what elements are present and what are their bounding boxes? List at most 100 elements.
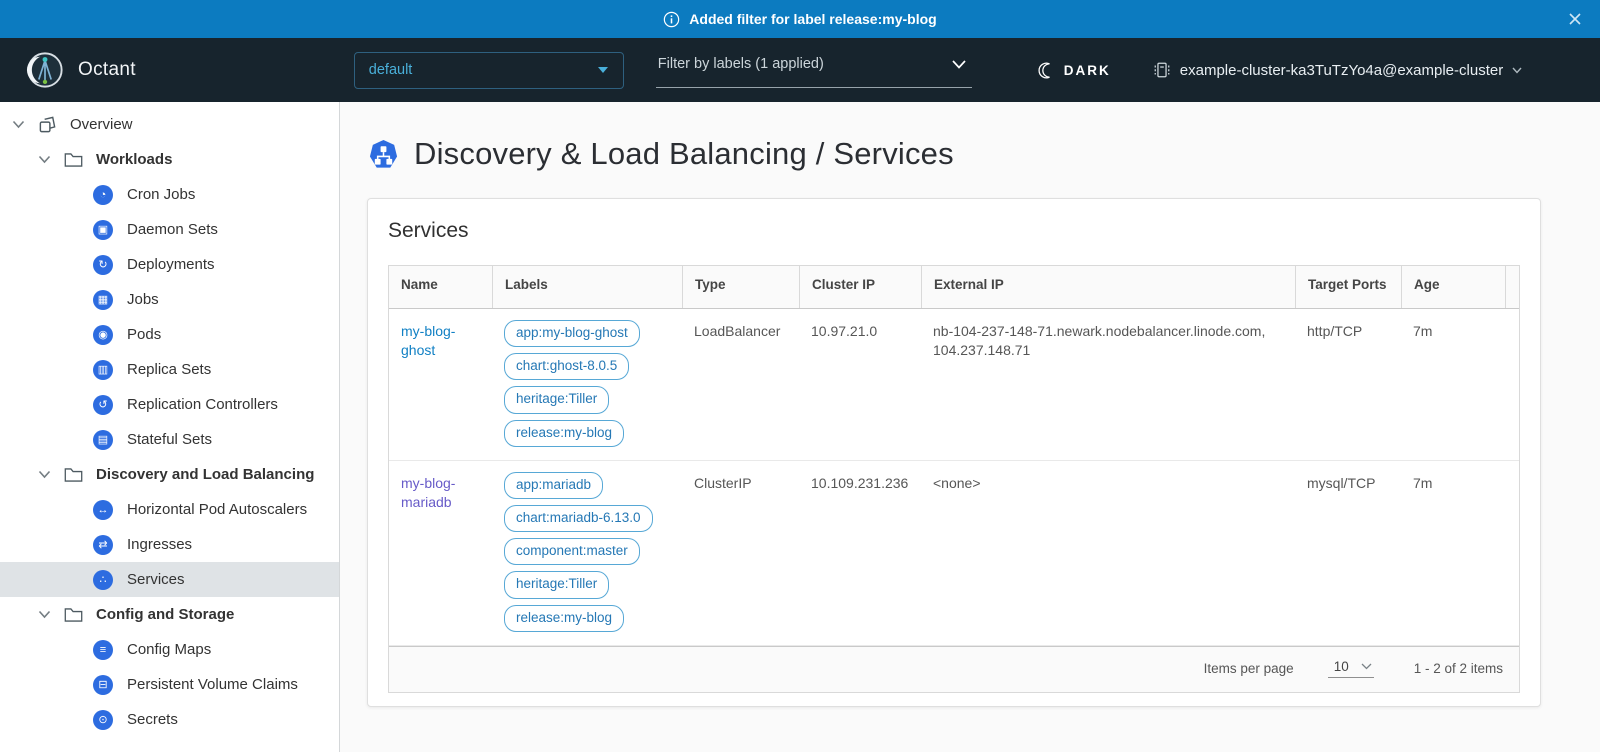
app-title: Octant [78,59,136,81]
column-header-spacer [1505,266,1530,308]
sidebar-item-ingresses[interactable]: ⇄ Ingresses [0,527,339,562]
external-ip: <none> [921,461,1295,645]
column-header-target-ports[interactable]: Target Ports [1295,266,1401,308]
close-icon[interactable] [1566,10,1584,31]
sidebar-item-pods[interactable]: ◉ Pods [0,317,339,352]
deployments-icon: ↻ [93,255,113,275]
sidebar-item-label: Persistent Volume Claims [127,676,298,693]
row-spacer [1505,309,1529,460]
service-heptagon-icon [368,139,399,170]
sidebar-item-deployments[interactable]: ↻ Deployments [0,247,339,282]
card-title: Services [388,219,1520,243]
sidebar-item-label: Cron Jobs [127,186,195,203]
sidebar-item-discovery-and-load-balancing[interactable]: Discovery and Load Balancing [0,457,339,492]
sidebar-item-label: Discovery and Load Balancing [96,466,314,483]
services-icon: ∴ [93,570,113,590]
service-name-link[interactable]: my-blog-ghost [401,323,455,358]
folder-icon [64,467,83,483]
main-content: Discovery & Load Balancing / Services Se… [340,102,1600,752]
folder-icon [64,152,83,168]
sidebar-item-label: Secrets [127,711,178,728]
column-header-external-ip[interactable]: External IP [921,266,1295,308]
label-pill[interactable]: heritage:Tiller [504,571,609,598]
jobs-icon: ▦ [93,290,113,310]
service-name-link[interactable]: my-blog-mariadb [401,475,455,510]
pods-icon: ◉ [93,325,113,345]
age: 7m [1401,309,1505,460]
dark-toggle-label: DARK [1064,63,1111,78]
sidebar-item-label: Deployments [127,256,215,273]
octant-logo-icon [26,51,64,89]
cluster-selector[interactable]: example-cluster-ka3TuTzYo4a@example-clus… [1153,61,1522,79]
chevron-down-icon [952,60,966,69]
column-header-type[interactable]: Type [682,266,799,308]
sidebar-item-label: Services [127,571,185,588]
overview-icon [38,115,57,134]
column-header-labels[interactable]: Labels [492,266,682,308]
column-header-age[interactable]: Age [1401,266,1505,308]
sidebar-item-persistent-volume-claims[interactable]: ⊟ Persistent Volume Claims [0,667,339,702]
sidebar-item-config-and-storage[interactable]: Config and Storage [0,597,339,632]
chevron-down-icon[interactable] [12,120,25,129]
sidebar-item-jobs[interactable]: ▦ Jobs [0,282,339,317]
info-icon [663,11,680,28]
sidebar-item-label: Daemon Sets [127,221,218,238]
alert-message: Added filter for label release:my-blog [689,11,936,27]
namespace-select[interactable]: default [354,52,624,89]
sidebar-item-replication-controllers[interactable]: ↺ Replication Controllers [0,387,339,422]
page-size-select[interactable]: 10 [1328,659,1374,678]
sidebar-item-label: Config and Storage [96,606,234,623]
sidebar-item-label: Jobs [127,291,159,308]
sidebar-item-daemon-sets[interactable]: ▣ Daemon Sets [0,212,339,247]
table-footer: Items per page 10 1 - 2 of 2 items [389,646,1519,692]
chevron-down-icon[interactable] [38,155,51,164]
sidebar-item-secrets[interactable]: ⊙ Secrets [0,702,339,737]
caret-down-icon [597,66,609,74]
sidebar-item-label: Ingresses [127,536,192,553]
page-size-value: 10 [1334,659,1349,674]
hpa-icon: ↔ [93,500,113,520]
cluster-icon [1153,61,1171,79]
label-pill[interactable]: release:my-blog [504,605,624,632]
sidebar-item-config-maps[interactable]: ≡ Config Maps [0,632,339,667]
age: 7m [1401,461,1505,645]
pvc-icon: ⊟ [93,675,113,695]
ingresses-icon: ⇄ [93,535,113,555]
label-pill[interactable]: chart:mariadb-6.13.0 [504,505,653,532]
dark-mode-toggle[interactable]: DARK [1038,62,1111,79]
sidebar-item-cron-jobs[interactable]: ◔ Cron Jobs [0,177,339,212]
sidebar-item-replica-sets[interactable]: ▥ Replica Sets [0,352,339,387]
services-card: Services Name Labels Type Cluster IP Ext… [367,198,1541,707]
page-title: Discovery & Load Balancing / Services [414,136,954,172]
sidebar-item-stateful-sets[interactable]: ▤ Stateful Sets [0,422,339,457]
sidebar: Overview Workloads ◔ Cron Jobs ▣ Daemon … [0,102,340,752]
brand[interactable]: Octant [26,51,136,89]
label-pill[interactable]: chart:ghost-8.0.5 [504,353,629,380]
sidebar-item-workloads[interactable]: Workloads [0,142,339,177]
service-type: ClusterIP [682,461,799,645]
table-row: my-blog-mariadb app:mariadb chart:mariad… [389,461,1519,646]
cluster-name: example-cluster-ka3TuTzYo4a@example-clus… [1180,62,1503,79]
label-pill[interactable]: component:master [504,538,640,565]
column-header-cluster-ip[interactable]: Cluster IP [799,266,921,308]
sidebar-item-horizontal-pod-autoscalers[interactable]: ↔ Horizontal Pod Autoscalers [0,492,339,527]
label-pill[interactable]: heritage:Tiller [504,386,609,413]
row-spacer [1505,461,1529,645]
external-ip: nb-104-237-148-71.newark.nodebalancer.li… [921,309,1295,460]
sidebar-item-services[interactable]: ∴ Services [0,562,339,597]
label-pill[interactable]: release:my-blog [504,420,624,447]
label-filter-dropdown[interactable]: Filter by labels (1 applied) [656,52,972,88]
sidebar-item-label: Pods [127,326,161,343]
label-pill[interactable]: app:mariadb [504,472,603,499]
table-header-row: Name Labels Type Cluster IP External IP … [389,266,1519,309]
moon-icon [1038,62,1055,79]
column-header-name[interactable]: Name [389,266,492,308]
label-pill[interactable]: app:my-blog-ghost [504,320,640,347]
sidebar-item-overview[interactable]: Overview [0,107,339,142]
target-ports: mysql/TCP [1295,461,1401,645]
chevron-down-icon[interactable] [38,610,51,619]
service-type: LoadBalancer [682,309,799,460]
chevron-down-icon [1361,663,1372,670]
chevron-down-icon[interactable] [38,470,51,479]
services-table: Name Labels Type Cluster IP External IP … [388,265,1520,693]
